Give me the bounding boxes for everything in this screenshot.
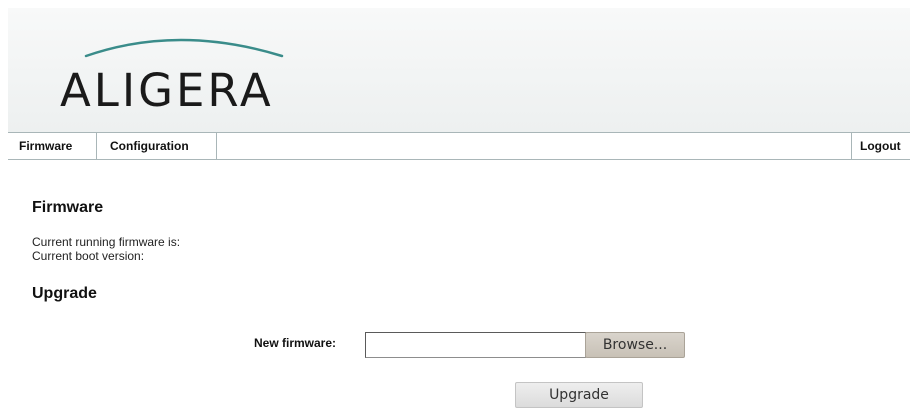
logout-link[interactable]: Logout — [851, 133, 910, 159]
browse-button[interactable]: Browse... — [585, 332, 685, 358]
boot-version-label: Current boot version: — [32, 249, 145, 263]
upgrade-button[interactable]: Upgrade — [515, 382, 643, 408]
firmware-heading: Firmware — [32, 199, 104, 216]
nav-tab-firmware[interactable]: Firmware — [8, 133, 97, 159]
logo-text: ALIGERA — [60, 64, 274, 117]
firmware-info: Current running firmware is: Current boo… — [32, 235, 180, 263]
nav-tab-configuration[interactable]: Configuration — [97, 133, 217, 159]
aligera-logo: ALIGERA — [48, 26, 338, 126]
header-banner: ALIGERA — [8, 8, 910, 132]
upgrade-heading: Upgrade — [32, 285, 97, 302]
new-firmware-label: New firmware: — [254, 336, 337, 350]
main-navbar: Firmware Configuration Logout — [8, 132, 910, 160]
firmware-file-input[interactable] — [365, 332, 586, 358]
running-firmware-label: Current running firmware is: — [32, 235, 181, 249]
